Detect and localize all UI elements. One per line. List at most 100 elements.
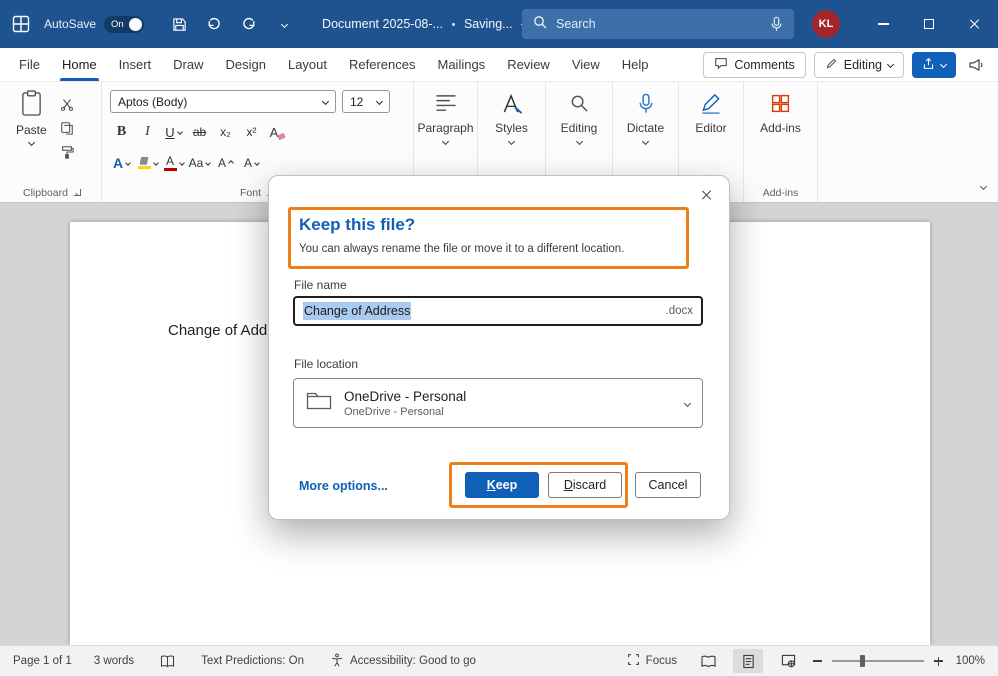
autosave-state: On <box>111 19 124 30</box>
font-color-bar-icon <box>164 168 177 172</box>
tab-design[interactable]: Design <box>215 48 277 81</box>
dictate-button[interactable]: Dictate <box>613 82 678 144</box>
close-button[interactable] <box>952 0 998 48</box>
close-icon <box>701 189 713 201</box>
cancel-button[interactable]: Cancel <box>635 472 701 498</box>
avatar[interactable]: KL <box>812 10 840 38</box>
megaphone-icon[interactable] <box>964 57 988 73</box>
maximize-button[interactable] <box>906 0 952 48</box>
zoom-slider[interactable] <box>832 660 924 662</box>
plus-icon <box>934 657 943 666</box>
pen-icon <box>825 57 838 73</box>
chevron-down-icon <box>508 138 515 145</box>
dialog-close-button[interactable] <box>701 188 713 206</box>
tab-references[interactable]: References <box>338 48 426 81</box>
tab-view[interactable]: View <box>561 48 611 81</box>
paste-button[interactable]: Paste <box>16 90 47 161</box>
tab-file[interactable]: File <box>8 48 51 81</box>
font-name-combobox[interactable]: Aptos (Body) <box>110 90 336 113</box>
more-options-link[interactable]: More options... <box>299 479 388 493</box>
zoom-level[interactable]: 100% <box>953 655 985 667</box>
chevron-down-icon <box>179 160 185 166</box>
file-name-input[interactable]: Change of Address .docx <box>293 296 703 326</box>
font-size-combobox[interactable]: 12 <box>342 90 390 113</box>
zoom-slider-thumb[interactable] <box>860 655 865 667</box>
bold-button[interactable]: B <box>110 120 133 144</box>
editor-label: Editor <box>695 121 726 135</box>
editing-mode-label: Editing <box>844 58 882 72</box>
tab-layout[interactable]: Layout <box>277 48 338 81</box>
strikethrough-button[interactable]: ab <box>188 120 211 144</box>
minimize-button[interactable] <box>860 0 906 48</box>
save-button[interactable] <box>166 11 192 37</box>
minimize-icon <box>878 23 889 24</box>
font-color-button[interactable]: A <box>162 151 185 175</box>
chevron-down-icon <box>940 61 947 68</box>
saving-status: Saving... <box>464 17 513 31</box>
undo-button[interactable] <box>201 11 227 37</box>
dialog-title: Keep this file? <box>299 215 415 235</box>
web-layout-button[interactable] <box>773 649 803 673</box>
print-layout-button[interactable] <box>733 649 763 673</box>
word-count[interactable]: 3 words <box>94 655 134 667</box>
shrink-font-button[interactable]: A <box>240 151 263 175</box>
copy-button[interactable] <box>57 119 77 137</box>
clipboard-group-label: Clipboard <box>23 187 68 199</box>
editing-button[interactable]: Editing <box>546 82 612 144</box>
highlight-color-button[interactable] <box>136 151 159 175</box>
tab-review[interactable]: Review <box>496 48 561 81</box>
autosave-toggle[interactable]: On <box>104 16 144 33</box>
collapse-ribbon-chevron-icon[interactable] <box>981 176 986 194</box>
chevron-down-icon <box>177 129 183 135</box>
page-indicator[interactable]: Page 1 of 1 <box>13 655 72 667</box>
maximize-icon <box>924 19 934 29</box>
subscript-button[interactable]: x₂ <box>214 120 237 144</box>
redo-button[interactable] <box>236 11 262 37</box>
underline-button[interactable]: U <box>162 120 185 144</box>
zoom-in-button[interactable] <box>934 657 943 666</box>
paragraph-button[interactable]: Paragraph <box>414 82 477 144</box>
tab-help[interactable]: Help <box>611 48 660 81</box>
share-button[interactable] <box>912 52 956 78</box>
editing-mode-button[interactable]: Editing <box>814 52 904 78</box>
word-app-icon[interactable] <box>12 15 30 33</box>
chevron-down-icon <box>684 399 691 406</box>
search-placeholder: Search <box>556 17 596 31</box>
discard-button[interactable]: Discard <box>548 472 622 498</box>
read-mode-button[interactable] <box>693 649 723 673</box>
zoom-out-button[interactable] <box>813 660 822 661</box>
text-effects-button[interactable]: A <box>110 151 133 175</box>
tab-mailings[interactable]: Mailings <box>427 48 497 81</box>
grow-font-button[interactable]: A <box>214 151 237 175</box>
file-location-select[interactable]: OneDrive - Personal OneDrive - Personal <box>293 378 703 428</box>
font-group-label: Font <box>240 187 261 199</box>
clear-formatting-button[interactable]: A <box>266 120 289 144</box>
search-bar[interactable]: Search <box>522 9 794 39</box>
chevron-down-icon <box>125 160 131 166</box>
text-predictions-status[interactable]: Text Predictions: On <box>201 655 304 667</box>
accessibility-status[interactable]: Accessibility: Good to go <box>330 653 476 670</box>
clipboard-dialog-launcher-icon[interactable] <box>74 189 82 197</box>
change-case-button[interactable]: Aa <box>188 151 211 175</box>
dialog-subtitle: You can always rename the file or move i… <box>299 243 624 255</box>
tab-home[interactable]: Home <box>51 48 108 81</box>
tab-draw[interactable]: Draw <box>162 48 214 81</box>
format-painter-button[interactable] <box>57 143 77 161</box>
styles-button[interactable]: Styles <box>478 82 545 144</box>
search-mic-icon[interactable] <box>770 16 783 32</box>
cut-button[interactable] <box>57 95 77 113</box>
italic-button[interactable]: I <box>136 120 159 144</box>
quick-access-chevron-icon[interactable] <box>271 11 297 37</box>
dictate-label: Dictate <box>627 121 664 135</box>
comments-button[interactable]: Comments <box>703 52 805 78</box>
focus-icon <box>627 653 640 669</box>
editor-button[interactable]: Editor <box>679 82 743 135</box>
proofing-book-icon[interactable] <box>160 655 175 668</box>
focus-button[interactable]: Focus <box>627 653 677 669</box>
addins-button[interactable]: Add-ins <box>744 82 817 135</box>
keep-button[interactable]: Keep <box>465 472 539 498</box>
tab-insert[interactable]: Insert <box>108 48 163 81</box>
location-name: OneDrive - Personal <box>344 389 466 404</box>
superscript-button[interactable]: x² <box>240 120 263 144</box>
document-title-group[interactable]: Document 2025-08-... Saving... <box>322 17 527 31</box>
